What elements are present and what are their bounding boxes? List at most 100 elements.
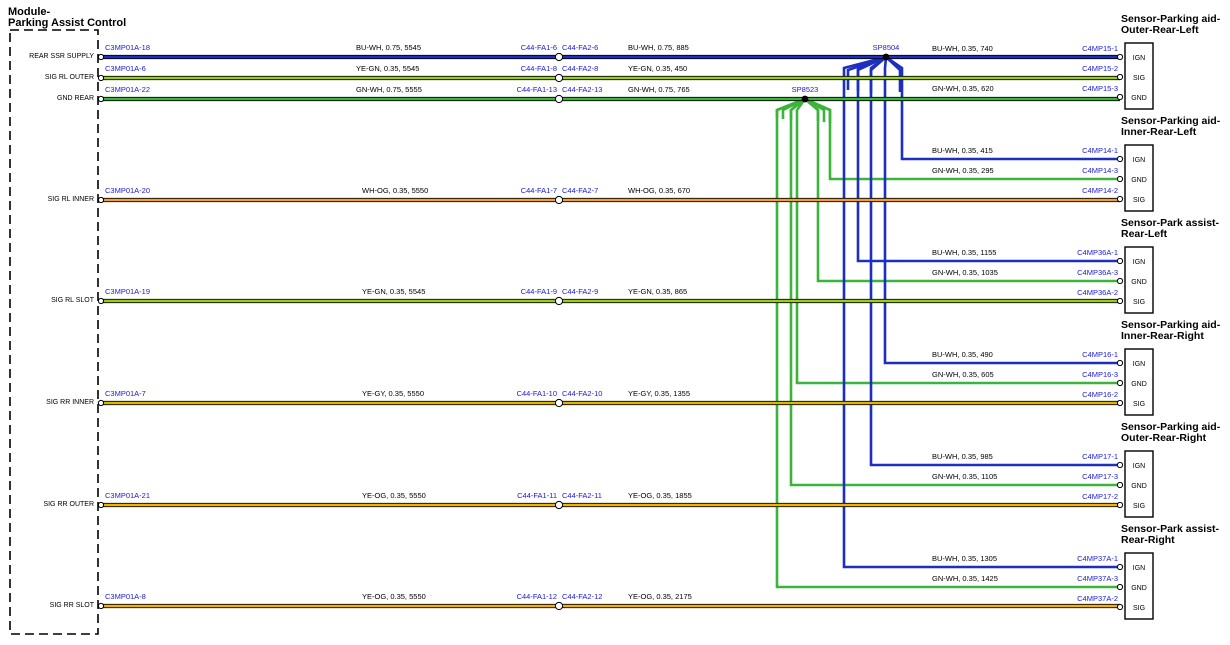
wiring-diagram: Module-Parking Assist ControlREAR SSR SU… — [8, 6, 1221, 635]
sensor-pin-label: IGN — [1133, 259, 1145, 266]
sensor-connector-label: C4MP14-3 — [1082, 166, 1118, 175]
sensor-pin-label: SIG — [1133, 299, 1145, 306]
sensor-pin-label: GND — [1131, 95, 1147, 102]
inline-connector-terminal — [554, 52, 564, 62]
inline-connector-fa1: C44-FA1-11 — [517, 491, 557, 500]
sensor-wire-spec: BU-WH, 0.35, 1305 — [932, 554, 997, 563]
sensor-connector-label: C4MP36A-3 — [1077, 268, 1118, 277]
sensor-wire-spec: GN-WH, 0.35, 605 — [932, 370, 994, 379]
inline-connector-terminal — [554, 601, 564, 611]
module-pin-terminal — [97, 74, 105, 82]
sensor-pin-terminal — [1116, 583, 1124, 591]
sensor-wire-spec: BU-WH, 0.35, 415 — [932, 146, 993, 155]
sensor-wire-spec: BU-WH, 0.35, 985 — [932, 452, 993, 461]
wire-spec-label: YE-GN, 0.35, 5545 — [362, 287, 425, 296]
module-pin-terminal — [97, 95, 105, 103]
sensor-connector-label: C4MP15-3 — [1082, 84, 1118, 93]
wire-spec-label: WH-OG, 0.35, 5550 — [362, 186, 428, 195]
sensor-pin-label: IGN — [1133, 55, 1145, 62]
module-pin-terminal — [97, 53, 105, 61]
sensor-wire-spec: BU-WH, 0.35, 1155 — [932, 248, 996, 257]
module-pin-terminal — [97, 399, 105, 407]
sensor-pin-terminal — [1116, 175, 1124, 183]
wire-spec-label: YE-OG, 0.35, 5550 — [362, 592, 426, 601]
inline-connector-fa1: C44-FA1-7 — [521, 186, 557, 195]
wire-spec-label: YE-OG, 0.35, 5550 — [362, 491, 426, 500]
sensor-connector-label: C4MP16-3 — [1082, 370, 1118, 379]
wire-spec-label: YE-OG, 0.35, 1855 — [628, 491, 692, 500]
inline-connector-terminal — [554, 195, 564, 205]
sensor-connector-label: C4MP37A-1 — [1077, 554, 1118, 563]
inline-connector-fa2: C44-FA2-10 — [562, 389, 602, 398]
splice-green-branch — [789, 97, 1120, 487]
wire-spec-label: GN-WH, 0.75, 5555 — [356, 85, 422, 94]
wire-spec-label: YE-GN, 0.35, 865 — [628, 287, 687, 296]
inline-connector-fa1: C44-FA1-6 — [521, 43, 557, 52]
sensor-pin-label: SIG — [1133, 75, 1145, 82]
module-pin-label: SIG RR INNER — [46, 399, 94, 406]
inline-connector-terminal — [554, 296, 564, 306]
sensor-connector-label: C4MP14-1 — [1082, 146, 1118, 155]
module-connector-label: C3MP01A-22 — [105, 85, 150, 94]
sensor-pin-label: SIG — [1133, 605, 1145, 612]
inline-connector-fa2: C44-FA2-7 — [562, 186, 598, 195]
module-pin-label: SIG RL INNER — [48, 196, 94, 203]
sensor-connector-label: C4MP15-2 — [1082, 64, 1118, 73]
sensor-pin-label: SIG — [1133, 197, 1145, 204]
module-pin-label: SIG RL OUTER — [45, 74, 94, 81]
wire-spec-label: BU-WH, 0.75, 885 — [628, 43, 689, 52]
sensor-title-line2: Rear-Right — [1121, 534, 1175, 546]
wire-spec-label: GN-WH, 0.75, 765 — [628, 85, 690, 94]
module-pin-label: SIG RL SLOT — [51, 297, 95, 304]
sensor-pin-label: GND — [1131, 381, 1147, 388]
sensor-pin-terminal — [1116, 359, 1124, 367]
splice-dot-sp8523 — [801, 95, 809, 103]
wire-spec-label: YE-GY, 0.35, 5550 — [362, 389, 424, 398]
sensor-pin-terminal — [1116, 501, 1124, 509]
sensor-connector-label: C4MP37A-3 — [1077, 574, 1118, 583]
splice-blue-branch — [883, 56, 1120, 365]
sensor-connector-label: C4MP37A-2 — [1077, 594, 1118, 603]
sensor-pin-label: IGN — [1133, 157, 1145, 164]
sensor-title-line2: Inner-Rear-Right — [1121, 330, 1204, 342]
sensor-wire-spec: GN-WH, 0.35, 295 — [932, 166, 994, 175]
sensor-wire-spec: GN-WH, 0.35, 1425 — [932, 574, 998, 583]
sensor-pin-label: GND — [1131, 177, 1147, 184]
splice-label-sp8504: SP8504 — [873, 43, 900, 52]
sensor-pin-label: SIG — [1133, 401, 1145, 408]
main-wires-layer — [101, 54, 1120, 609]
splice-green-branch — [795, 98, 1120, 385]
sensor-pin-terminal — [1116, 195, 1124, 203]
inline-connector-fa2: C44-FA2-6 — [562, 43, 598, 52]
sensor-wire-spec: BU-WH, 0.35, 490 — [932, 350, 993, 359]
inline-connector-fa1: C44-FA1-13 — [517, 85, 557, 94]
sensor-pin-terminal — [1116, 155, 1124, 163]
sensor-pin-label: IGN — [1133, 361, 1145, 368]
sensor-pin-terminal — [1116, 399, 1124, 407]
inline-connector-fa1: C44-FA1-10 — [517, 389, 557, 398]
sensor-pin-terminal — [1116, 277, 1124, 285]
sensor-pin-terminal — [1116, 73, 1124, 81]
inline-connector-fa1: C44-FA1-8 — [521, 64, 557, 73]
wire-spec-label: BU-WH, 0.75, 5545 — [356, 43, 421, 52]
wire-spec-label: WH-OG, 0.35, 670 — [628, 186, 690, 195]
sensor-pin-terminal — [1116, 257, 1124, 265]
sensor-connector-label: C4MP15-1 — [1082, 44, 1118, 53]
sensor-title-line2: Rear-Left — [1121, 228, 1168, 240]
sensor-pin-label: SIG — [1133, 503, 1145, 510]
wire-spec-label: YE-GN, 0.35, 5545 — [356, 64, 419, 73]
sensor-connector-label: C4MP16-2 — [1082, 390, 1118, 399]
sensor-pin-terminal — [1116, 461, 1124, 469]
sensor-wire-spec: GN-WH, 0.35, 620 — [932, 84, 994, 93]
sensor-connector-label: C4MP36A-1 — [1077, 248, 1118, 257]
inline-connector-terminal — [554, 398, 564, 408]
inline-connector-terminal — [554, 73, 564, 83]
inline-connector-fa2: C44-FA2-12 — [562, 592, 602, 601]
harness-blue-bundle — [885, 56, 902, 92]
module-pin-label: GND REAR — [57, 95, 94, 102]
sensor-pin-terminal — [1116, 379, 1124, 387]
module-connector-label: C3MP01A-19 — [105, 287, 150, 296]
sensor-wire-spec: BU-WH, 0.35, 740 — [932, 44, 993, 53]
sensor-pin-terminal — [1116, 93, 1124, 101]
module-connector-label: C3MP01A-20 — [105, 186, 150, 195]
